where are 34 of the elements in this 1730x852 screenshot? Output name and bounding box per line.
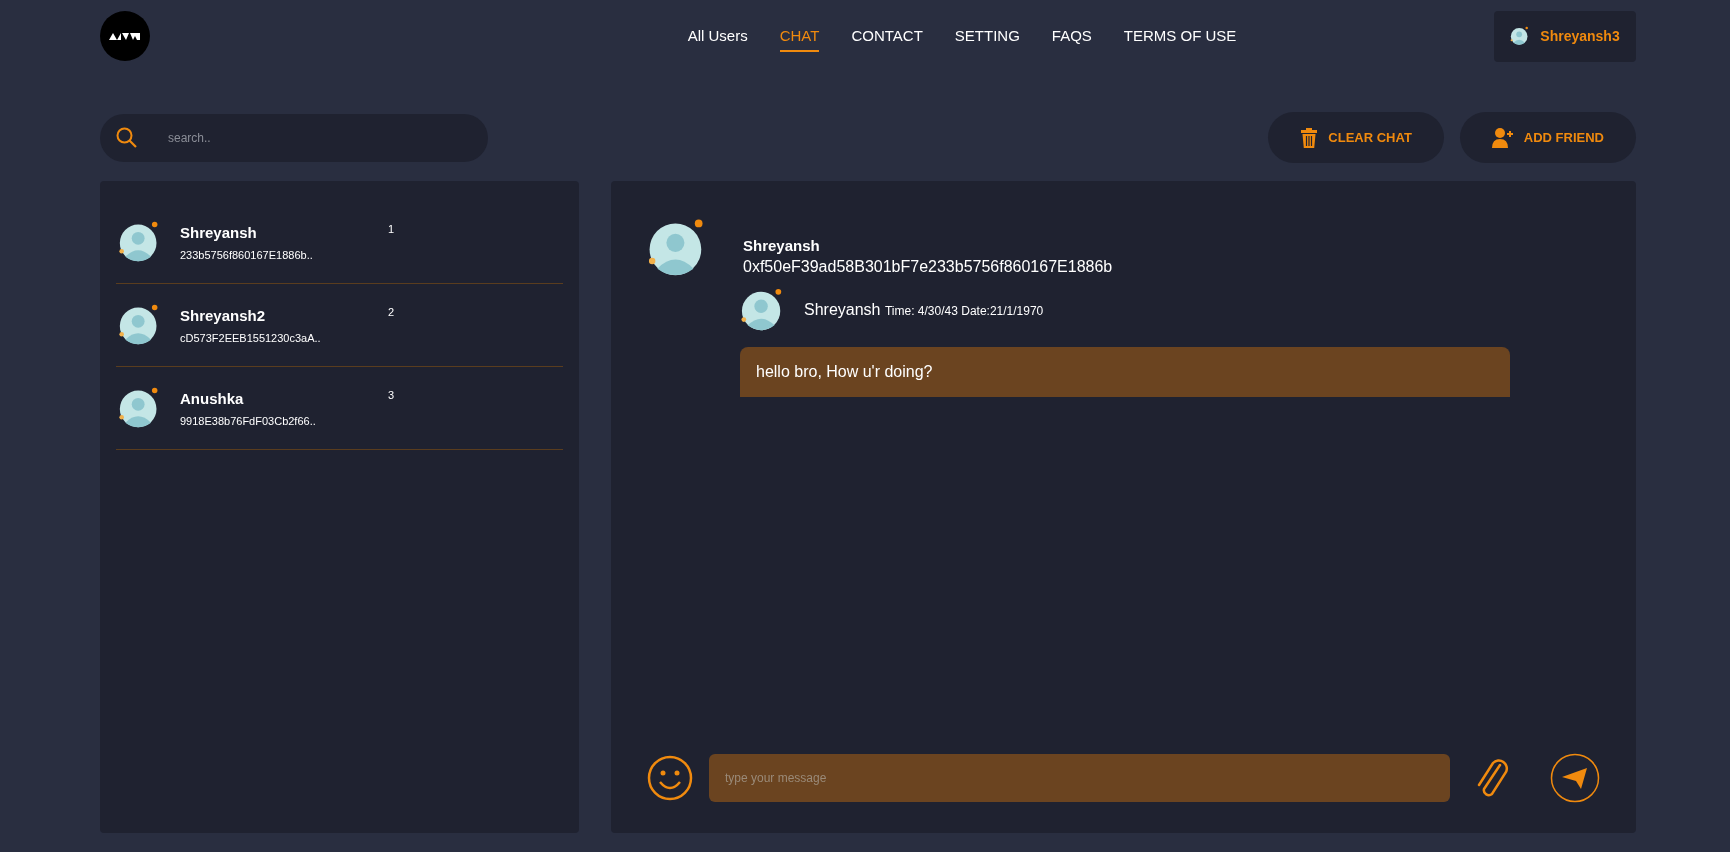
contact-name: Shreyansh <box>180 223 258 241</box>
message-input[interactable]: type your message <box>709 754 1450 802</box>
send-icon[interactable] <box>1550 753 1600 803</box>
nav-tab[interactable]: TERMS OF USE <box>1123 20 1237 52</box>
search-icon <box>116 126 137 148</box>
contact-name: Anushka <box>180 389 245 407</box>
avatar-icon <box>1510 26 1531 46</box>
add-friend-button[interactable]: ADD FRIEND <box>1459 112 1636 163</box>
message-sender: Shreyansh Time: 4/30/43 Date:21/1/1970 <box>804 301 1044 319</box>
contact-item[interactable]: Shreyansh2 cD573F2EEB1551230c3aA.. 2 <box>116 284 563 367</box>
nav-tab[interactable]: All Users <box>687 20 748 52</box>
chat-name: Shreyansh <box>743 237 821 254</box>
contact-address: 9918E38b76FdF03Cb2f66.. <box>180 414 317 427</box>
message-bubble: hello bro, How u'r doing? <box>740 347 1510 397</box>
account-button[interactable]: Shreyansh3 <box>1494 10 1636 62</box>
nav-tab[interactable]: FAQS <box>1051 20 1092 52</box>
contact-number: 1 <box>388 223 395 235</box>
clear-chat-button[interactable]: CLEAR CHAT <box>1268 112 1444 163</box>
nav-tab[interactable]: SETTING <box>954 20 1020 52</box>
contact-number: 3 <box>388 389 395 401</box>
nav-tab[interactable]: CONTACT <box>851 20 923 52</box>
contact-item[interactable]: Shreyansh 233b5756f860167E1886b.. 1 <box>116 201 563 284</box>
add-user-icon <box>1491 127 1514 148</box>
contact-address: cD573F2EEB1551230c3aA.. <box>180 331 322 344</box>
contact-number: 2 <box>388 306 395 318</box>
contact-name: Shreyansh2 <box>180 306 267 324</box>
chat-address: 0xf50eF39ad58B301bF7e233b5756f860167E1886b <box>743 258 1113 276</box>
nav-tab[interactable]: CHAT <box>779 20 820 52</box>
contact-item[interactable]: Anushka 9918E38b76FdF03Cb2f66.. 3 <box>116 367 563 450</box>
trash-icon <box>1300 127 1319 148</box>
logo-icon[interactable] <box>100 11 150 61</box>
contact-address: 233b5756f860167E1886b.. <box>180 248 314 261</box>
emoji-icon[interactable] <box>647 755 693 801</box>
search-field[interactable]: search.. <box>100 113 488 162</box>
